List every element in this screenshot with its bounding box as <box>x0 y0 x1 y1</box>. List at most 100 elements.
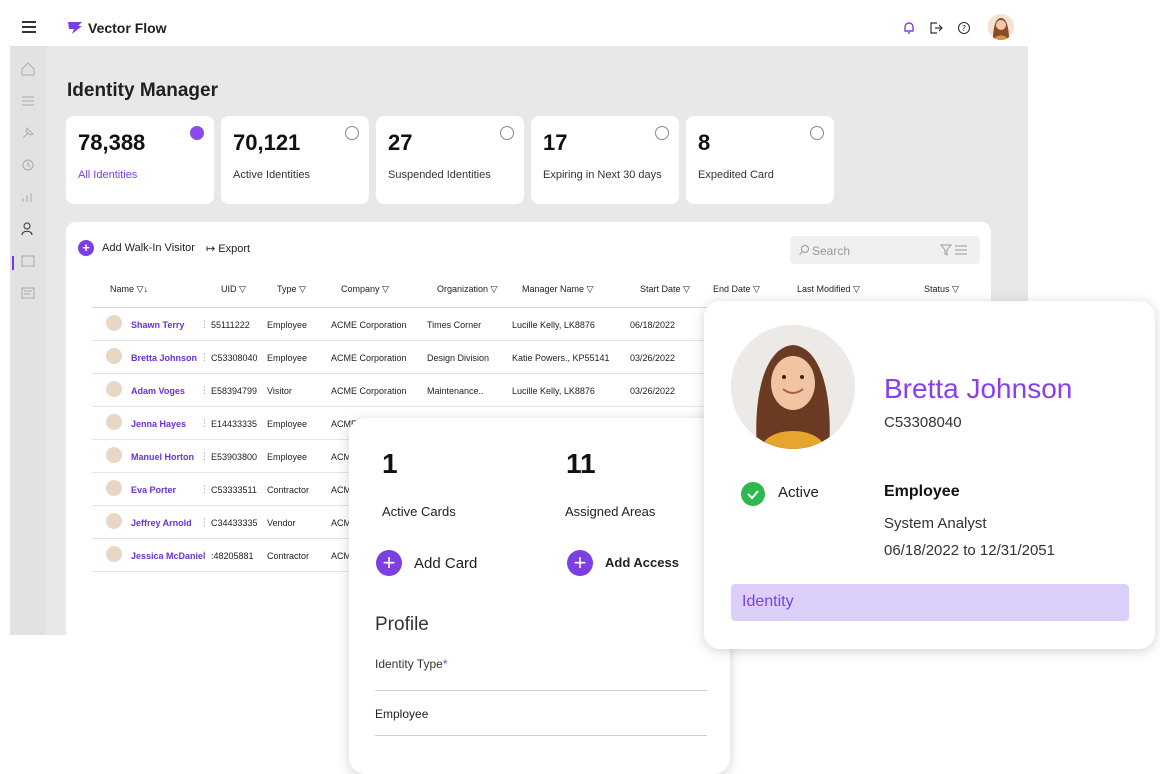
page-title: Identity Manager <box>67 80 218 101</box>
row-start-date: 06/18/2022 <box>630 320 676 330</box>
home-icon[interactable] <box>19 60 37 78</box>
more-icon[interactable]: ⋮ <box>200 385 209 396</box>
list-icon[interactable] <box>19 92 37 110</box>
add-card-plus-icon[interactable]: + <box>376 550 402 576</box>
export-button[interactable]: ↦ Export <box>206 242 250 255</box>
kpi-all-identities[interactable]: 78,388 All Identities <box>66 116 214 204</box>
radio-icon[interactable] <box>500 126 514 140</box>
profile-name: Bretta Johnson <box>884 373 1073 404</box>
kpi-expiring[interactable]: 17 Expiring in Next 30 days <box>531 116 679 204</box>
row-type: Employee <box>267 320 308 330</box>
sign-out-icon[interactable] <box>927 19 945 37</box>
radio-icon[interactable] <box>345 126 359 140</box>
more-icon[interactable]: ⋮ <box>200 352 209 363</box>
row-organization: Maintenance.. <box>427 386 484 396</box>
row-name[interactable]: Shawn Terry <box>131 320 184 330</box>
pin-icon[interactable] <box>19 124 37 142</box>
plus-icon: + <box>78 240 94 256</box>
kpi-suspended-identities[interactable]: 27 Suspended Identities <box>376 116 524 204</box>
avatar <box>106 381 122 397</box>
row-name[interactable]: Adam Voges <box>131 386 185 396</box>
identity-type-field[interactable]: Employee <box>375 707 428 721</box>
divider <box>375 735 707 736</box>
identity-icon[interactable] <box>19 220 37 238</box>
row-organization: Times Corner <box>427 320 482 330</box>
assigned-areas-count: 11 <box>566 448 596 479</box>
identity-type-label: Identity Type* <box>375 657 448 671</box>
filter-selected-icon[interactable] <box>190 126 204 140</box>
avatar <box>106 447 122 463</box>
kpi-expedited-card[interactable]: 8 Expedited Card <box>686 116 834 204</box>
history-icon[interactable] <box>19 156 37 174</box>
identity-section-tab[interactable]: Identity <box>731 584 1129 621</box>
more-icon[interactable]: ⋮ <box>200 319 209 330</box>
kpi-value: 70,121 <box>233 130 301 155</box>
help-icon[interactable]: ? <box>955 19 973 37</box>
row-name[interactable]: Eva Porter <box>131 485 176 495</box>
identity-section-label: Identity <box>742 593 794 610</box>
row-company: ACM <box>331 485 351 495</box>
identity-summary-card: 1 Active Cards 11 Assigned Areas + Add C… <box>349 418 730 774</box>
column-header-status[interactable]: Status ▽ <box>924 284 959 295</box>
more-icon[interactable]: ⋮ <box>200 517 209 528</box>
radio-icon[interactable] <box>655 126 669 140</box>
column-header-uid[interactable]: UID ▽ <box>221 284 246 295</box>
filter-icon[interactable] <box>940 244 968 256</box>
avatar <box>106 414 122 430</box>
required-marker: * <box>442 657 448 671</box>
row-type: Employee <box>267 353 308 363</box>
kpi-active-identities[interactable]: 70,121 Active Identities <box>221 116 369 204</box>
row-type: Visitor <box>267 386 292 396</box>
row-type: Vendor <box>267 518 296 528</box>
add-walk-in-label: Add Walk-In Visitor <box>102 242 195 254</box>
menu-icon[interactable] <box>22 21 36 33</box>
divider <box>375 690 707 691</box>
row-type: Employee <box>267 419 308 429</box>
svg-text:?: ? <box>962 24 966 33</box>
profile-date-range: 06/18/2022 to 12/31/2051 <box>884 542 1055 559</box>
row-type: Contractor <box>267 551 310 561</box>
radio-icon[interactable] <box>810 126 824 140</box>
row-name[interactable]: Jessica McDaniel <box>131 551 206 561</box>
reports-icon[interactable] <box>19 252 37 270</box>
notification-icon[interactable] <box>900 19 918 37</box>
sidebar <box>10 46 46 635</box>
profile-card: Bretta Johnson C53308040 Active Employee… <box>704 301 1155 649</box>
row-type: Employee <box>267 452 308 462</box>
more-icon[interactable]: ⋮ <box>200 451 209 462</box>
more-icon[interactable]: ⋮ <box>200 484 209 495</box>
add-card-button[interactable]: Add Card <box>414 555 477 572</box>
user-avatar[interactable] <box>988 14 1014 40</box>
add-walk-in-visitor-button[interactable]: + Add Walk-In Visitor <box>78 240 195 256</box>
column-header-type[interactable]: Type ▽ <box>277 284 306 295</box>
add-access-button[interactable]: Add Access <box>605 555 679 570</box>
column-header-start-date[interactable]: Start Date ▽ <box>640 284 690 295</box>
search-input[interactable]: Search <box>790 236 980 264</box>
column-header-end-date[interactable]: End Date ▽ <box>713 284 760 295</box>
column-header-name[interactable]: Name ▽↓ <box>110 284 148 295</box>
avatar <box>106 348 122 364</box>
kpi-value: 8 <box>698 130 711 155</box>
avatar <box>106 315 122 331</box>
more-icon[interactable]: ⋮ <box>200 418 209 429</box>
row-uid: C53308040 <box>211 353 258 363</box>
add-access-plus-icon[interactable]: + <box>567 550 593 576</box>
column-header-company[interactable]: Company ▽ <box>341 284 389 295</box>
row-company: ACME Corporation <box>331 320 407 330</box>
profile-status: Active <box>778 484 819 501</box>
row-name[interactable]: Manuel Horton <box>131 452 194 462</box>
settings-list-icon[interactable] <box>19 284 37 302</box>
row-name[interactable]: Bretta Johnson <box>131 353 197 363</box>
row-name[interactable]: Jenna Hayes <box>131 419 186 429</box>
brand-name: Vector Flow <box>88 20 167 36</box>
more-icon[interactable]: ⋮ <box>200 550 209 561</box>
row-name[interactable]: Jeffrey Arnold <box>131 518 192 528</box>
column-header-organization[interactable]: Organization ▽ <box>437 284 497 295</box>
profile-uid: C53308040 <box>884 414 962 431</box>
column-header-manager[interactable]: Manager Name ▽ <box>522 284 593 295</box>
row-uid: C34433335 <box>211 518 258 528</box>
analytics-icon[interactable] <box>19 188 37 206</box>
column-header-last-modified[interactable]: Last Modified ▽ <box>797 284 860 295</box>
row-uid: E53903800 <box>211 452 258 462</box>
kpi-label: Expedited Card <box>698 169 774 181</box>
